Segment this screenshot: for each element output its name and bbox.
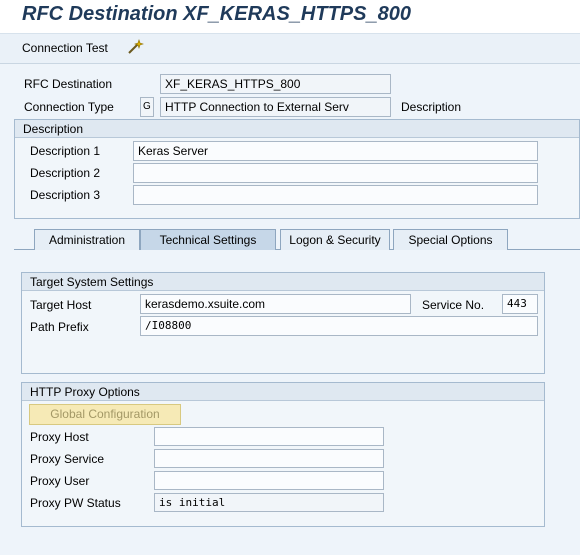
global-configuration-button[interactable]: Global Configuration [29,404,181,425]
proxy-user-field[interactable] [154,471,384,490]
page-title: RFC Destination XF_KERAS_HTTPS_800 [22,3,411,25]
description-2-field[interactable] [133,163,538,183]
magic-wand-icon[interactable] [126,38,144,56]
service-no-label: Service No. [422,298,485,312]
description-1-label: Description 1 [30,144,101,158]
target-host-label: Target Host [30,298,92,312]
description-1-field[interactable]: Keras Server [133,141,538,161]
target-host-field[interactable]: kerasdemo.xsuite.com [140,294,411,314]
proxy-service-field[interactable] [154,449,384,468]
connection-type-field[interactable]: HTTP Connection to External Serv [160,97,391,117]
proxy-pw-status-label: Proxy PW Status [30,496,121,510]
http-proxy-group-header: HTTP Proxy Options [22,383,544,401]
proxy-user-label: Proxy User [30,474,90,488]
proxy-service-label: Proxy Service [30,452,105,466]
header-description-label: Description [401,100,462,114]
tab-administration[interactable]: Administration [34,229,140,250]
connection-test-button[interactable]: Connection Test [22,41,108,55]
path-prefix-label: Path Prefix [30,320,89,334]
description-group-header: Description [15,120,579,138]
tab-logon-security[interactable]: Logon & Security [280,229,390,250]
tab-technical-settings[interactable]: Technical Settings [140,229,276,250]
description-3-label: Description 3 [30,188,101,202]
rfc-destination-label: RFC Destination [24,77,113,91]
description-2-label: Description 2 [30,166,101,180]
path-prefix-field[interactable]: /I08800 [140,316,538,336]
rfc-destination-field[interactable]: XF_KERAS_HTTPS_800 [160,74,391,94]
tab-special-options[interactable]: Special Options [393,229,508,250]
connection-type-label: Connection Type [24,100,114,114]
proxy-pw-status-field[interactable]: is initial [154,493,384,512]
proxy-host-label: Proxy Host [30,430,89,444]
connection-type-code-field[interactable]: G [140,97,154,117]
service-no-field[interactable]: 443 [502,294,538,314]
proxy-host-field[interactable] [154,427,384,446]
description-3-field[interactable] [133,185,538,205]
target-system-group-header: Target System Settings [22,273,544,291]
